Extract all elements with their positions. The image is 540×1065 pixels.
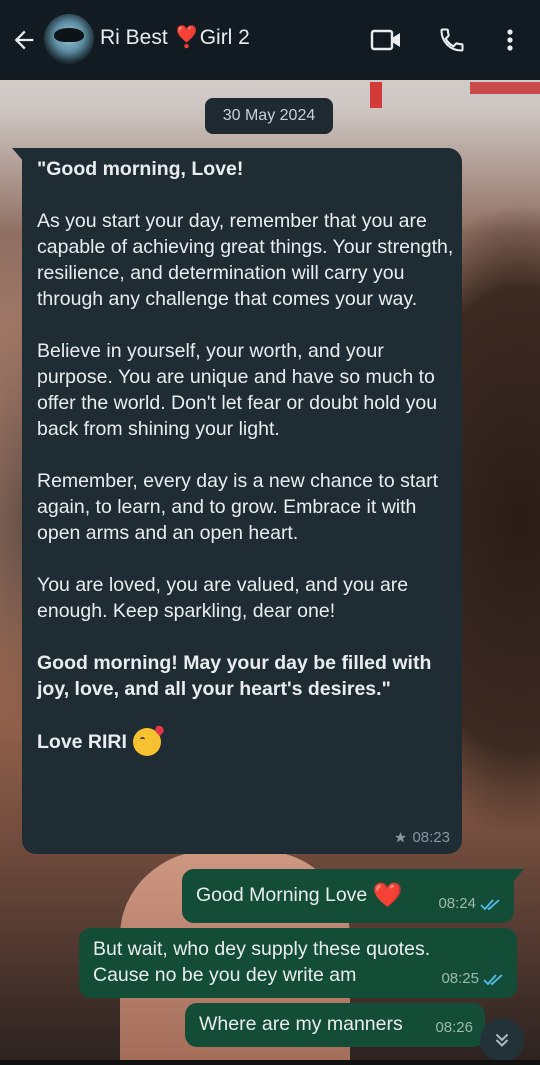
avatar[interactable]	[44, 14, 94, 64]
more-options-icon[interactable]	[498, 26, 522, 54]
message-text: Where are my manners	[199, 1013, 403, 1035]
outgoing-message[interactable]: Good Morning Love ❤️ 08:24	[182, 869, 524, 923]
double-check-icon	[483, 973, 503, 985]
voice-call-icon[interactable]	[438, 26, 466, 54]
message-time: 08:23	[412, 829, 450, 846]
chat-header: Ri Best ❣️Girl 2	[0, 0, 540, 80]
scroll-to-bottom-button[interactable]	[480, 1018, 524, 1062]
scroll-down-icon	[495, 1033, 509, 1047]
video-call-icon[interactable]	[370, 28, 402, 52]
red-heart-emoji: ❤️	[372, 882, 403, 909]
heart-exclamation-emoji: ❣️	[173, 26, 200, 49]
outgoing-message[interactable]: Where are my manners 08:26	[185, 1003, 485, 1047]
message-meta: 08:24	[438, 891, 502, 917]
double-check-icon	[480, 898, 500, 910]
message-meta: 08:26	[435, 1015, 473, 1041]
message-time: 08:24	[438, 895, 476, 912]
message-paragraph: "Good morning, Love!	[37, 158, 244, 180]
message-text: "Good morning, Love! As you start your d…	[37, 156, 455, 756]
wallpaper-detail	[470, 82, 540, 94]
message-paragraph: As you start your day, remember that you…	[37, 210, 454, 310]
message-meta: 08:25	[441, 966, 505, 992]
back-arrow-icon[interactable]	[10, 26, 38, 54]
message-paragraph: Remember, every day is a new chance to s…	[37, 470, 439, 544]
message-time: 08:26	[435, 1019, 473, 1036]
contact-name[interactable]: Ri Best ❣️Girl 2	[100, 26, 250, 50]
message-time: 08:25	[441, 970, 479, 987]
kiss-emoji	[132, 728, 161, 756]
message-paragraph: Good morning! May your day be filled wit…	[37, 652, 432, 700]
bottom-edge	[0, 1060, 540, 1065]
message-signature: Love RIRI	[37, 728, 455, 756]
wallpaper-detail	[370, 82, 382, 108]
outgoing-message[interactable]: But wait, who dey supply these quotes. C…	[79, 928, 517, 998]
incoming-message[interactable]: "Good morning, Love! As you start your d…	[12, 148, 462, 854]
message-paragraph: Believe in yourself, your worth, and you…	[37, 340, 438, 440]
message-meta: 08:23	[394, 829, 450, 846]
message-text: But wait, who dey supply these quotes. C…	[93, 938, 431, 986]
date-chip: 30 May 2024	[205, 98, 333, 134]
star-icon	[395, 832, 407, 843]
message-text: Good Morning Love ❤️	[196, 882, 403, 909]
message-paragraph: You are loved, you are valued, and you a…	[37, 574, 409, 622]
